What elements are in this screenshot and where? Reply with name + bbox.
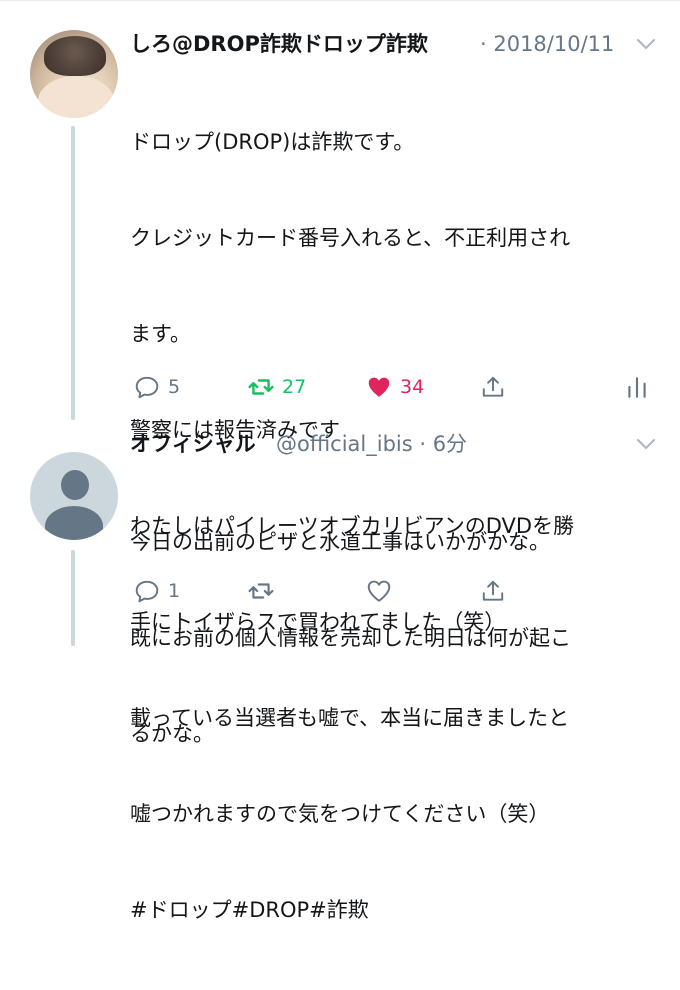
tweet-line: るかな。: [130, 722, 214, 746]
reply-count: 5: [168, 376, 181, 398]
reply-button[interactable]: 5: [134, 370, 180, 404]
tweet-line: ドロップ(DROP)は詐欺です。: [130, 130, 415, 154]
default-avatar-icon[interactable]: [30, 452, 118, 540]
heart-icon: [368, 377, 390, 397]
tweet-line: 今日の出前のピザと水道工事はいかがかな。: [130, 530, 550, 554]
retweet-button[interactable]: [248, 574, 274, 608]
like-button[interactable]: [366, 574, 392, 608]
chevron-down-icon[interactable]: [634, 32, 658, 56]
share-button[interactable]: [480, 370, 506, 404]
retweet-icon: [248, 379, 274, 395]
tweet-actions: 1: [130, 574, 660, 608]
thread-line: [71, 126, 75, 420]
like-button[interactable]: 34: [366, 370, 424, 404]
share-icon: [482, 376, 504, 397]
retweet-button[interactable]: 27: [248, 370, 306, 404]
retweet-icon: [248, 583, 274, 599]
handle-and-time[interactable]: @official_ibis · 6分: [276, 428, 467, 460]
share-icon: [482, 580, 504, 601]
analytics-icon: [628, 377, 646, 398]
reply-icon: [135, 580, 159, 603]
reply-icon: [135, 376, 159, 399]
tweet-header: オフィシャル @official_ibis · 6分: [130, 428, 658, 460]
share-button[interactable]: [480, 574, 506, 608]
tweet-line: ます。: [130, 322, 191, 346]
tweet-1[interactable]: しろ@DROP詐欺ドロップ詐欺 · 2018/10/11 ドロップ(DROP)は…: [0, 0, 680, 922]
thread-line: [71, 550, 75, 646]
analytics-button[interactable]: [624, 370, 650, 404]
hashtags[interactable]: #ドロップ#DROP#詐欺: [130, 894, 650, 926]
tweet-actions: 5 27 34: [130, 370, 660, 404]
reply-count: 1: [168, 580, 181, 602]
tweet-header: しろ@DROP詐欺ドロップ詐欺 · 2018/10/11: [130, 28, 658, 60]
tweet-2[interactable]: オフィシャル @official_ibis · 6分 今日の出前のピザと水道工事…: [0, 420, 680, 746]
avatar-head: [61, 470, 89, 500]
tweet-line: 既にお前の個人情報を売却した明日は何が起こ: [130, 626, 571, 650]
tweet-text: 今日の出前のピザと水道工事はいかがかな。 既にお前の個人情報を売却した明日は何が…: [130, 462, 650, 814]
display-name[interactable]: オフィシャル: [130, 428, 256, 460]
tweet-line: クレジットカード番号入れると、不正利用され: [130, 226, 571, 250]
retweet-count: 27: [282, 376, 307, 398]
avatar-hair: [44, 36, 106, 76]
heart-icon: [367, 580, 391, 602]
tweet-date[interactable]: · 2018/10/11: [480, 28, 614, 60]
avatar-shoulder: [38, 76, 114, 118]
avatar-body: [45, 506, 103, 540]
display-name[interactable]: しろ@DROP詐欺ドロップ詐欺: [130, 28, 466, 60]
like-count: 34: [400, 376, 425, 398]
avatar[interactable]: [30, 30, 118, 118]
reply-button[interactable]: 1: [134, 574, 180, 608]
chevron-down-icon[interactable]: [634, 432, 658, 456]
